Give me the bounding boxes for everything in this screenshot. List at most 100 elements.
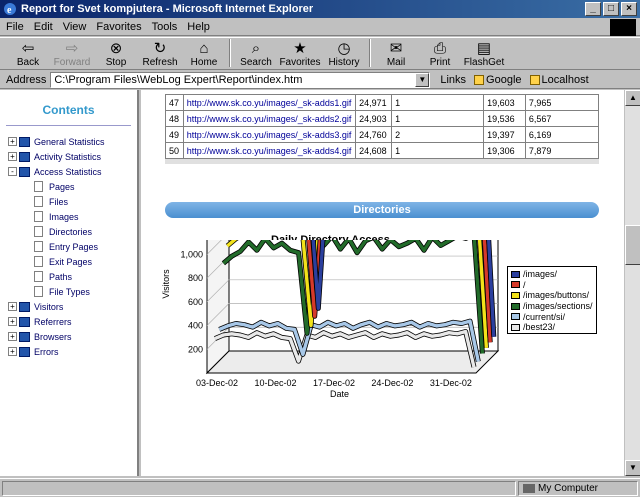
open-book-icon — [19, 166, 30, 177]
page-icon — [34, 196, 43, 207]
toolbar-separator — [229, 39, 231, 67]
link-google[interactable]: Google — [474, 74, 522, 86]
mail-button[interactable]: ✉ Mail — [374, 38, 418, 69]
expand-icon[interactable]: + — [8, 152, 17, 161]
maximize-button[interactable]: □ — [603, 2, 619, 16]
book-icon — [19, 316, 30, 327]
tree-item-activity-statistics[interactable]: + Activity Statistics — [0, 149, 137, 164]
links-label: Links — [440, 73, 467, 86]
flashget-button[interactable]: ▤ FlashGet — [462, 38, 506, 69]
address-bar: Address C:\Program Files\WebLog Expert\R… — [0, 71, 640, 89]
favorites-button[interactable]: ★ Favorites — [278, 38, 322, 69]
tree-item-referrers[interactable]: + Referrers — [0, 314, 137, 329]
menu-help[interactable]: Help — [187, 21, 210, 33]
address-input[interactable]: C:\Program Files\WebLog Expert\Report\in… — [50, 71, 431, 88]
flashget-icon: ▤ — [476, 40, 492, 57]
computer-icon — [523, 483, 535, 493]
search-button[interactable]: ⌕ Search — [234, 38, 278, 69]
file-link[interactable]: http://www.sk.co.yu/images/_sk-adds3.gif — [182, 126, 357, 143]
page-icon — [34, 271, 43, 282]
window-title: Report for Svet kompjutera - Microsoft I… — [21, 3, 314, 15]
tree-item-general-statistics[interactable]: + General Statistics — [0, 134, 137, 149]
legend-swatch — [511, 291, 520, 299]
chevron-down-icon[interactable]: ▼ — [415, 72, 430, 87]
file-link[interactable]: http://www.sk.co.yu/images/_sk-adds4.gif — [182, 142, 357, 159]
tree-item-exit-pages[interactable]: Exit Pages — [0, 254, 137, 269]
history-button[interactable]: ◷ History — [322, 38, 366, 69]
tree-item-visitors[interactable]: + Visitors — [0, 299, 137, 314]
legend-item: /images/sections/ — [511, 301, 593, 312]
page-icon — [34, 256, 43, 267]
history-icon: ◷ — [337, 40, 351, 57]
y-axis-label: Visitors — [161, 269, 171, 299]
file-link[interactable]: http://www.sk.co.yu/images/_sk-adds2.gif — [182, 110, 357, 127]
tree-item-errors[interactable]: + Errors — [0, 344, 137, 359]
y-tick-label: 600 — [188, 297, 203, 307]
collapse-icon[interactable]: - — [8, 167, 17, 176]
book-icon — [19, 301, 30, 312]
menu-favorites[interactable]: Favorites — [96, 21, 141, 33]
scroll-down-icon[interactable]: ▼ — [625, 460, 640, 476]
search-icon: ⌕ — [251, 40, 261, 57]
legend-swatch — [511, 323, 520, 331]
forward-button[interactable]: ⇨ Forward — [50, 38, 94, 69]
files-table: 47 http://www.sk.co.yu/images/_sk-adds1.… — [165, 94, 600, 159]
forward-arrow-icon: ⇨ — [65, 40, 79, 57]
tree-item-pages[interactable]: Pages — [0, 179, 137, 194]
expand-icon[interactable]: + — [8, 137, 17, 146]
home-button[interactable]: ⌂ Home — [182, 38, 226, 69]
menu-tools[interactable]: Tools — [152, 21, 178, 33]
tree-item-browsers[interactable]: + Browsers — [0, 329, 137, 344]
book-icon — [19, 346, 30, 357]
home-icon: ⌂ — [199, 40, 209, 57]
mail-icon: ✉ — [389, 40, 403, 57]
chart-legend: /images/ / /images/buttons/ /images/sect… — [507, 266, 597, 334]
menu-file[interactable]: File — [6, 21, 24, 33]
x-tick-label: 03-Dec-02 — [196, 378, 238, 388]
print-button[interactable]: ⎙ Print — [418, 38, 462, 69]
svg-text:e: e — [7, 5, 12, 16]
legend-item: /best23/ — [511, 322, 593, 333]
tree-item-entry-pages[interactable]: Entry Pages — [0, 239, 137, 254]
vertical-scrollbar[interactable]: ▲ ▼ — [624, 90, 640, 476]
link-localhost[interactable]: Localhost — [529, 74, 589, 86]
expand-icon[interactable]: + — [8, 317, 17, 326]
expand-icon[interactable]: + — [8, 302, 17, 311]
page-icon — [34, 211, 43, 222]
y-tick-label: 800 — [188, 273, 203, 283]
table-row: 48 http://www.sk.co.yu/images/_sk-adds2.… — [165, 110, 600, 127]
legend-swatch — [511, 281, 520, 289]
file-link[interactable]: http://www.sk.co.yu/images/_sk-adds1.gif — [182, 94, 357, 111]
table-row: 49 http://www.sk.co.yu/images/_sk-adds3.… — [165, 126, 600, 143]
x-tick-label: 17-Dec-02 — [313, 378, 355, 388]
divider — [6, 125, 131, 126]
link-icon — [529, 74, 540, 85]
minimize-button[interactable]: _ — [585, 2, 601, 16]
contents-title: Contents — [42, 103, 95, 117]
page-icon — [34, 241, 43, 252]
x-tick-label: 10-Dec-02 — [254, 378, 296, 388]
refresh-button[interactable]: ↻ Refresh — [138, 38, 182, 69]
scroll-up-icon[interactable]: ▲ — [625, 90, 640, 106]
menu-edit[interactable]: Edit — [34, 21, 53, 33]
tree-item-file-types[interactable]: File Types — [0, 284, 137, 299]
tree-item-directories[interactable]: Directories — [0, 224, 137, 239]
table-footer — [165, 159, 599, 164]
tree-item-access-statistics[interactable]: - Access Statistics — [0, 164, 137, 179]
tree-item-files[interactable]: Files — [0, 194, 137, 209]
scroll-thumb[interactable] — [625, 225, 640, 265]
x-tick-label: 31-Dec-02 — [430, 378, 472, 388]
favorites-icon: ★ — [293, 40, 307, 57]
menu-view[interactable]: View — [63, 21, 87, 33]
expand-icon[interactable]: + — [8, 332, 17, 341]
expand-icon[interactable]: + — [8, 347, 17, 356]
ie-logo-icon: e — [4, 3, 16, 16]
back-button[interactable]: ⇦ Back — [6, 38, 50, 69]
tree-item-images[interactable]: Images — [0, 209, 137, 224]
report-frame: 47 http://www.sk.co.yu/images/_sk-adds1.… — [141, 90, 624, 476]
legend-swatch — [511, 313, 520, 321]
legend-swatch — [511, 302, 520, 310]
tree-item-paths[interactable]: Paths — [0, 269, 137, 284]
stop-button[interactable]: ⊗ Stop — [94, 38, 138, 69]
close-button[interactable]: × — [621, 2, 637, 16]
